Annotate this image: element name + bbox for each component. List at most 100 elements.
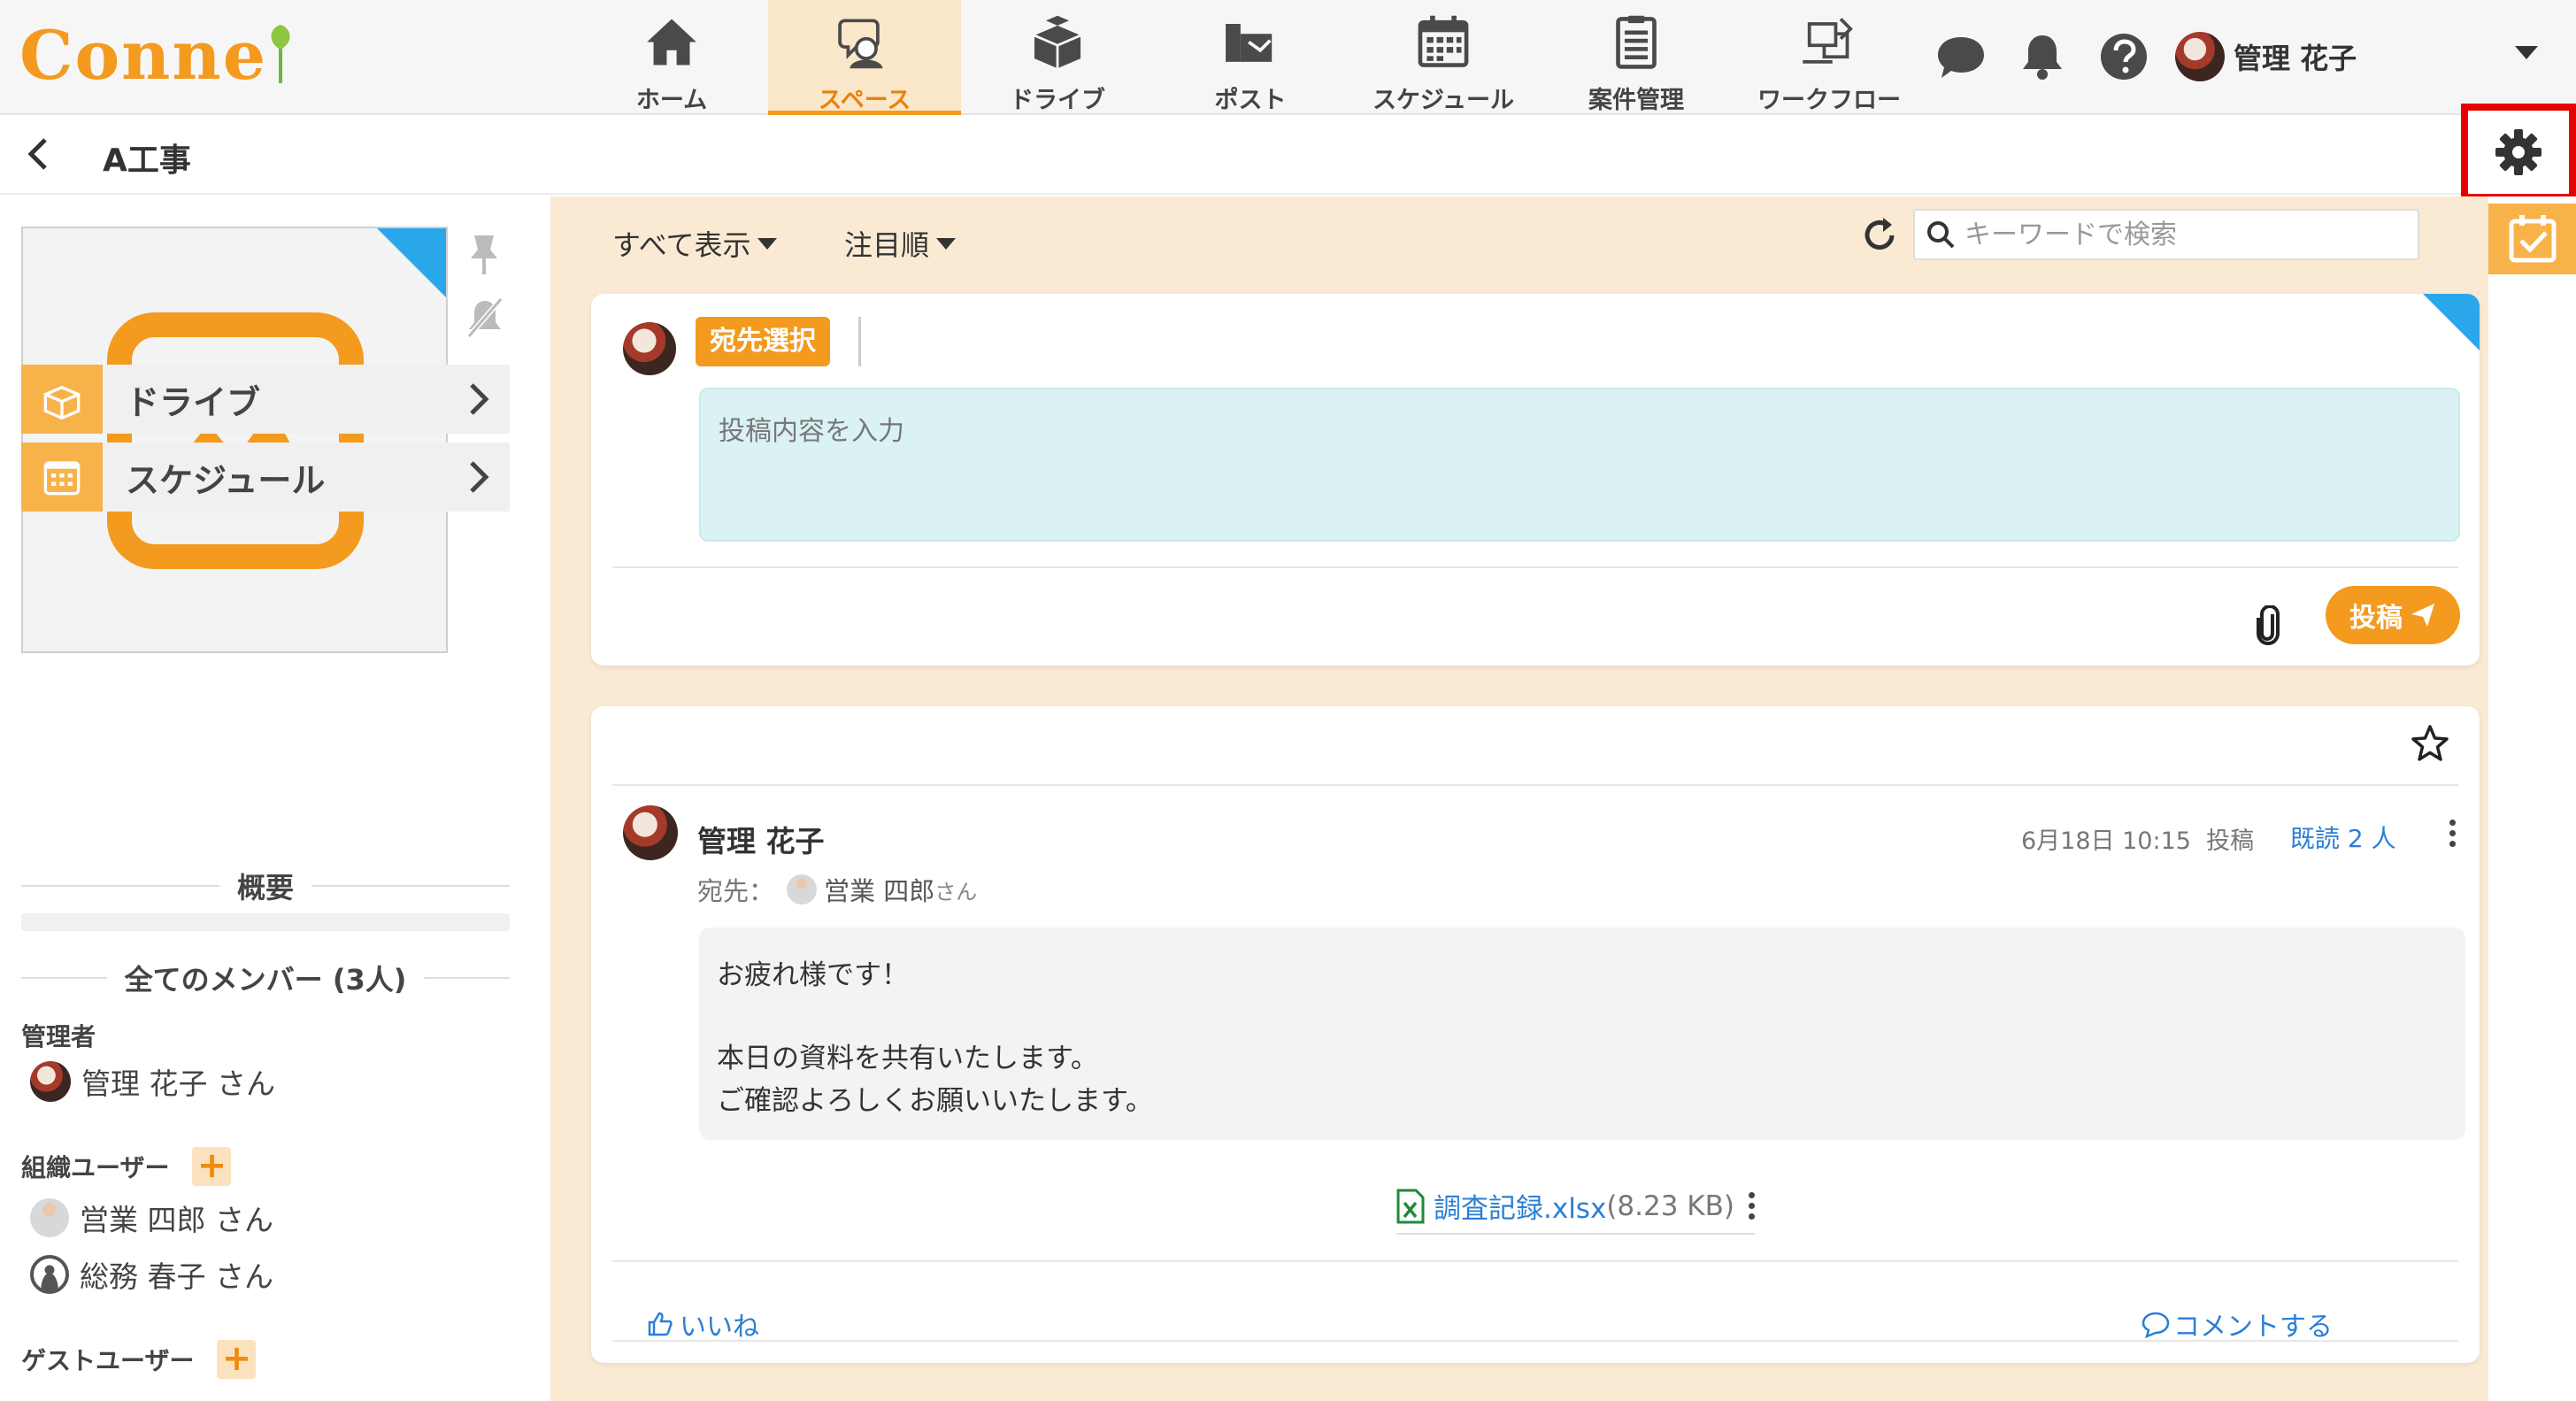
member-name: 管理 花子 さん xyxy=(81,1066,275,1101)
clipboard-icon xyxy=(1616,15,1657,69)
nav-space[interactable]: スペース xyxy=(768,0,961,115)
recipient-avatar xyxy=(787,874,818,904)
post-card: 管理 花子 6月18日 10:15 投稿 既読 2 人 宛先： 営業 四郎 さん … xyxy=(591,706,2480,1363)
summary-heading-text: 概要 xyxy=(237,871,295,904)
post-button[interactable]: 投稿 xyxy=(2326,586,2460,644)
divider xyxy=(612,1260,2458,1262)
sort-filter-label: 注目順 xyxy=(844,228,930,262)
role-guest: ゲストユーザー + xyxy=(21,1340,257,1379)
compose-corner-marker xyxy=(2423,294,2480,350)
post-author: 管理 花子 xyxy=(697,824,825,858)
schedule-side-tab[interactable] xyxy=(2488,204,2576,274)
chevron-right-icon xyxy=(470,461,489,493)
sidebar-item-label: ドライブ xyxy=(126,382,261,422)
post-body-line: 本日の資料を共有いたします。 xyxy=(717,1043,1098,1074)
help-icon[interactable] xyxy=(2097,30,2150,83)
nav-home[interactable]: ホーム xyxy=(575,0,768,115)
space-header: A工事 xyxy=(0,115,2576,195)
nav-post-label: ポスト xyxy=(1214,87,1287,114)
attachment-icon[interactable] xyxy=(2255,605,2281,646)
sort-filter[interactable]: 注目順 xyxy=(844,223,957,264)
nav-workflow[interactable]: ワークフロー xyxy=(1733,0,1926,115)
space-title: A工事 xyxy=(103,142,191,179)
nav-post[interactable]: ポスト xyxy=(1154,0,1347,115)
post-button-label: 投稿 xyxy=(2349,603,2403,634)
attachment-name: 調査記録.xlsx xyxy=(1434,1193,1607,1225)
caret-down-icon xyxy=(936,237,957,250)
image-icon xyxy=(107,312,364,569)
nav-case-label: 案件管理 xyxy=(1588,87,1684,114)
sidebar-item-schedule[interactable]: スケジュール xyxy=(21,443,510,512)
display-filter-label: すべて表示 xyxy=(612,228,751,262)
select-recipient-button[interactable]: 宛先選択 xyxy=(696,317,830,366)
nav-case[interactable]: 案件管理 xyxy=(1540,0,1733,115)
attachment-menu-icon[interactable] xyxy=(1748,1192,1755,1220)
add-org-user-button[interactable]: + xyxy=(192,1147,232,1186)
drive-tile xyxy=(21,365,103,434)
display-filter[interactable]: すべて表示 xyxy=(612,223,778,264)
pin-icon[interactable] xyxy=(467,232,501,276)
home-icon xyxy=(647,19,696,65)
post-icon xyxy=(1226,24,1273,62)
nav-drive-label: ドライブ xyxy=(1010,87,1105,114)
divider xyxy=(612,1340,2458,1342)
attachment-size: (8.23 KB) xyxy=(1606,1189,1734,1222)
thumbnail-corner-marker xyxy=(377,228,446,297)
nav-schedule-label: スケジュール xyxy=(1372,87,1515,114)
post-content-input[interactable] xyxy=(699,388,2460,542)
role-admin-label: 管理者 xyxy=(21,1022,96,1051)
recipient-name: 営業 四郎 xyxy=(824,876,935,906)
timeline: すべて表示 注目順 宛先選択 投稿 管理 花子 6月1 xyxy=(550,196,2488,1401)
calendar-icon xyxy=(1418,15,1469,67)
notification-off-icon[interactable] xyxy=(465,296,504,340)
like-button[interactable]: いいね xyxy=(646,1305,759,1343)
user-menu[interactable]: 管理 花子 xyxy=(2175,32,2357,81)
comment-button[interactable]: コメントする xyxy=(2142,1305,2333,1343)
main-nav: ホーム スペース ドライブ ポスト スケジュール 案件管理 ワークフロー xyxy=(575,0,1926,115)
comment-icon xyxy=(2142,1312,2170,1338)
sidebar-item-label: スケジュール xyxy=(126,460,326,500)
space-settings-button[interactable] xyxy=(2461,104,2576,201)
gear-icon xyxy=(2495,129,2541,175)
attachment-file[interactable]: 調査記録.xlsx (8.23 KB) xyxy=(1396,1186,1755,1235)
member-avatar xyxy=(30,1061,71,1102)
role-guest-label: ゲストユーザー xyxy=(21,1346,195,1375)
excel-file-icon xyxy=(1396,1189,1425,1223)
member-item[interactable]: 管理 花子 さん xyxy=(30,1060,275,1103)
recipient-suffix: さん xyxy=(934,879,978,904)
calendar-check-icon xyxy=(2509,215,2556,263)
chevron-left-icon[interactable] xyxy=(21,136,57,172)
post-menu-icon[interactable] xyxy=(2449,820,2456,847)
comment-label: コメントする xyxy=(2173,1312,2333,1343)
compose-card: 宛先選択 投稿 xyxy=(591,294,2480,666)
nav-home-label: ホーム xyxy=(635,87,708,114)
search-input[interactable] xyxy=(1965,219,2389,250)
member-avatar xyxy=(30,1198,69,1237)
star-icon[interactable] xyxy=(2411,724,2449,763)
read-count-link[interactable]: 既読 2 人 xyxy=(2290,820,2396,855)
space-sidebar: ドライブ スケジュール 概要 全てのメンバー (3人) 管理者 管理 花子 さん… xyxy=(0,196,550,1401)
nav-schedule[interactable]: スケジュール xyxy=(1347,0,1540,115)
leaf-icon xyxy=(271,25,290,83)
user-menu-caret-icon[interactable] xyxy=(2515,46,2538,59)
chat-icon[interactable] xyxy=(1934,30,1988,83)
sidebar-item-drive[interactable]: ドライブ xyxy=(21,365,510,434)
refresh-icon[interactable] xyxy=(1860,216,1899,255)
role-org-label: 組織ユーザー xyxy=(21,1153,170,1182)
calendar-icon xyxy=(43,461,81,496)
nav-drive[interactable]: ドライブ xyxy=(961,0,1154,115)
members-heading-text: 全てのメンバー (3人) xyxy=(124,963,407,997)
post-posted-label: 投稿 xyxy=(2206,828,2255,855)
add-guest-user-button[interactable]: + xyxy=(217,1340,257,1379)
member-item[interactable]: 営業 四郎 さん xyxy=(30,1197,273,1239)
user-name: 管理 花子 xyxy=(2234,42,2357,75)
member-name: 総務 春子 さん xyxy=(80,1259,273,1294)
divider xyxy=(612,566,2458,568)
space-thumbnail[interactable] xyxy=(21,227,448,653)
search-box xyxy=(1913,209,2419,260)
schedule-tile xyxy=(21,443,103,512)
space-icon xyxy=(838,19,883,69)
drive-icon xyxy=(1034,15,1081,69)
bell-icon[interactable] xyxy=(2016,30,2069,83)
member-item[interactable]: 総務 春子 さん xyxy=(30,1253,273,1296)
